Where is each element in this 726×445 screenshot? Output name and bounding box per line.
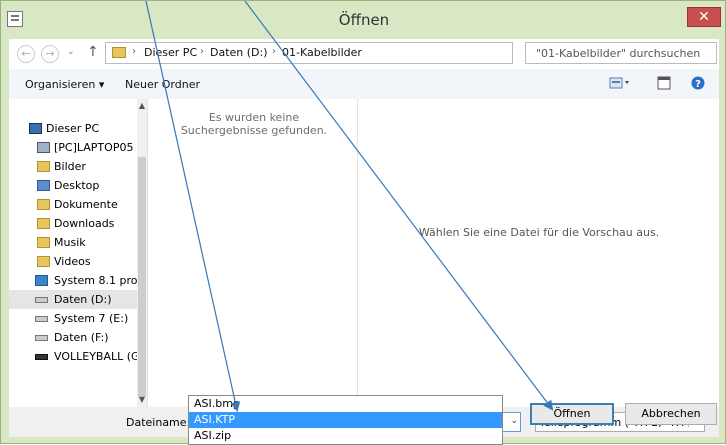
back-button[interactable]: ← (17, 45, 35, 63)
up-button[interactable]: ↑ (87, 44, 99, 60)
autocomplete-item[interactable]: ASI.bmp (189, 396, 502, 412)
folder-downloads-icon (37, 218, 50, 229)
scrollbar-thumb[interactable] (138, 157, 146, 397)
sidebar-item-desktop[interactable]: Desktop (9, 176, 137, 195)
sidebar-item-label: VOLLEYBALL (G:) (54, 350, 148, 363)
sidebar-item-drive-e[interactable]: System 7 (E:) (9, 309, 137, 328)
autocomplete-item-label: ASI.zip (194, 429, 232, 442)
sidebar-item-label: [PC]LAPTOP05 (54, 141, 134, 154)
sidebar-item-dokumente[interactable]: Dokumente (9, 195, 137, 214)
autocomplete-item-label: ASI.bmp (194, 397, 240, 410)
sidebar-item-label: Dieser PC (46, 122, 100, 135)
sidebar-item-drive-f[interactable]: Daten (F:) (9, 328, 137, 347)
sidebar-item-label: Desktop (54, 179, 100, 192)
no-results-message: Es wurden keine Suchergebnisse gefunden. (180, 111, 328, 137)
sidebar-item-label: Videos (54, 255, 91, 268)
sidebar-item-bilder[interactable]: Bilder (9, 157, 137, 176)
address-bar[interactable]: › Dieser PC › Daten (D:) › 01-Kabelbilde… (105, 42, 513, 64)
cancel-button[interactable]: Abbrechen (625, 403, 717, 425)
drive-icon (35, 297, 48, 303)
sidebar-item-label: Downloads (54, 217, 115, 230)
sidebar-item-drive-d[interactable]: Daten (D:) (9, 290, 137, 309)
autocomplete-item[interactable]: ASI.zip (189, 428, 502, 444)
autocomplete-list[interactable]: ASI.bmp ASI.KTP ASI.zip (188, 395, 503, 445)
windows-drive-icon (35, 275, 48, 286)
window-title: Öffnen (338, 11, 390, 29)
forward-button[interactable]: → (41, 45, 59, 63)
scroll-up-icon[interactable]: ▲ (137, 101, 147, 111)
dialog-window: Öffnen ✕ ← → ⌄ ↑ › Dieser PC › Daten (D:… (0, 0, 726, 445)
navigation-pane[interactable]: Dieser PC [PC]LAPTOP05 Bilder Desktop Do… (9, 99, 148, 407)
sidebar-item-drive-g[interactable]: VOLLEYBALL (G:) (9, 347, 148, 366)
autocomplete-item-selected[interactable]: ASI.KTP (189, 412, 502, 428)
folder-desktop-icon (37, 180, 50, 191)
search-placeholder: "01-Kabelbilder" durchsuchen (536, 47, 701, 60)
sidebar-item-label: Musik (54, 236, 86, 249)
sidebar-item-downloads[interactable]: Downloads (9, 214, 137, 233)
drive-icon (35, 316, 48, 322)
preview-pane: Wählen Sie eine Datei für die Vorschau a… (359, 99, 719, 407)
close-button[interactable]: ✕ (687, 7, 721, 27)
change-view-icon[interactable] (609, 76, 629, 90)
breadcrumb-item[interactable]: Dieser PC (144, 46, 197, 59)
sidebar-item-label: Dokumente (54, 198, 118, 211)
recent-locations-button[interactable]: ⌄ (67, 47, 75, 57)
drive-icon (35, 335, 48, 341)
sidebar-item-label: Daten (D:) (54, 293, 112, 306)
new-folder-button[interactable]: Neuer Ordner (125, 78, 200, 91)
organize-label: Organisieren (25, 78, 96, 91)
sidebar-item-dieser-pc[interactable]: Dieser PC (9, 119, 137, 138)
network-pc-icon (37, 142, 50, 153)
filename-label: Dateiname: (126, 416, 191, 429)
help-icon[interactable]: ? (691, 76, 705, 90)
sidebar-item-musik[interactable]: Musik (9, 233, 137, 252)
breadcrumb-item[interactable]: 01-Kabelbilder (282, 46, 362, 59)
autocomplete-item-label: ASI.KTP (194, 413, 235, 426)
preview-pane-icon[interactable] (657, 76, 671, 90)
chevron-right-icon[interactable]: › (272, 46, 276, 57)
folder-music-icon (37, 237, 50, 248)
computer-icon (29, 123, 42, 134)
removable-drive-icon (35, 354, 48, 360)
breadcrumb-item[interactable]: Daten (D:) (210, 46, 268, 59)
folder-pictures-icon (37, 161, 50, 172)
command-bar: Organisieren ▾ Neuer Ordner ? (9, 69, 719, 100)
scroll-down-icon[interactable]: ▼ (137, 395, 147, 405)
dropdown-arrow-icon: ▾ (98, 78, 105, 91)
chevron-down-icon[interactable]: ⌄ (510, 416, 518, 426)
preview-message: Wählen Sie eine Datei für die Vorschau a… (418, 226, 660, 239)
svg-text:?: ? (695, 79, 701, 90)
folder-icon (112, 47, 126, 58)
chevron-right-icon[interactable]: › (132, 46, 136, 57)
sidebar-item-laptop05[interactable]: [PC]LAPTOP05 (9, 138, 137, 157)
sidebar-item-label: System 7 (E:) (54, 312, 129, 325)
folder-documents-icon (37, 199, 50, 210)
folder-videos-icon (37, 256, 50, 267)
chevron-right-icon[interactable]: › (200, 46, 204, 57)
sidebar-item-videos[interactable]: Videos (9, 252, 137, 271)
search-input[interactable]: "01-Kabelbilder" durchsuchen (525, 42, 717, 64)
sidebar-item-label: System 8.1 pro (C (54, 274, 137, 287)
dialog-content: ← → ⌄ ↑ › Dieser PC › Daten (D:) › 01-Ka… (9, 39, 719, 437)
sidebar-scrollbar[interactable]: ▲ ▼ (137, 99, 147, 407)
organize-button[interactable]: Organisieren ▾ (25, 78, 104, 91)
title-bar[interactable]: Öffnen ✕ (1, 1, 726, 39)
navigation-bar: ← → ⌄ ↑ › Dieser PC › Daten (D:) › 01-Ka… (9, 39, 719, 69)
file-list-pane[interactable]: Es wurden keine Suchergebnisse gefunden. (149, 99, 358, 407)
sidebar-item-label: Bilder (54, 160, 86, 173)
open-button[interactable]: Öffnen (530, 403, 614, 425)
sidebar-item-label: Daten (F:) (54, 331, 109, 344)
sidebar-item-drive-c[interactable]: System 8.1 pro (C (9, 271, 137, 290)
